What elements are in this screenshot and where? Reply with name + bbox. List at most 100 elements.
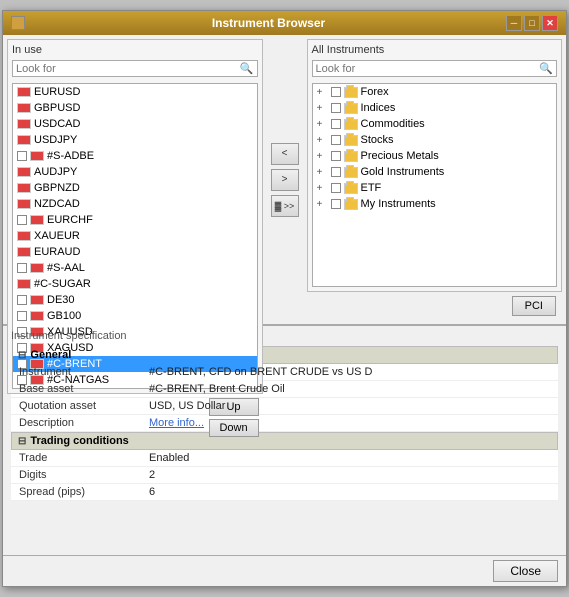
in-use-panel-header: In use 🔍 <box>8 40 262 83</box>
table-row: Digits 2 <box>11 467 558 484</box>
list-item[interactable]: DE30 <box>13 292 257 308</box>
tree-item-label: Forex <box>361 86 389 98</box>
tree-expand-icon: + <box>317 199 329 210</box>
list-item[interactable]: #C-SUGAR <box>13 276 257 292</box>
in-use-panel: In use 🔍 EURUSD GBPUSD USDCAD USDJPY#S-ADBE… <box>7 39 263 320</box>
tree-item[interactable]: +Gold Instruments <box>313 164 557 180</box>
all-instruments-panel: All Instruments 🔍 +Forex+Indices+Commodi… <box>307 39 563 320</box>
item-label: USDCAD <box>34 118 80 130</box>
more-info-link[interactable]: More info... <box>149 417 204 429</box>
trading-conditions-group-header[interactable]: ⊟ Trading conditions <box>11 432 558 450</box>
list-item[interactable]: GBPUSD <box>13 100 257 116</box>
tree-item[interactable]: + Stocks <box>313 132 557 148</box>
trade-value: Enabled <box>141 450 558 467</box>
in-use-label: In use <box>12 44 258 56</box>
list-item[interactable]: USDJPY <box>13 132 257 148</box>
list-item[interactable]: NZDCAD <box>13 196 257 212</box>
list-item[interactable]: GBPNZD <box>13 180 257 196</box>
digits-label: Digits <box>11 467 141 484</box>
move-all-button[interactable]: ▓ >> <box>271 195 299 217</box>
table-row: Spread (pips) 6 <box>11 484 558 501</box>
item-label: GB100 <box>47 310 81 322</box>
move-right-button[interactable]: > <box>271 169 299 191</box>
item-checkbox[interactable] <box>17 311 27 321</box>
flag-icon <box>17 87 31 97</box>
table-row: Quotation asset USD, US Dollar <box>11 398 558 415</box>
tree-item[interactable]: +ETF <box>313 180 557 196</box>
list-item[interactable]: #S-ADBE <box>13 148 257 164</box>
spread-label: Spread (pips) <box>11 484 141 501</box>
flag-icon <box>17 279 31 289</box>
tree-expand-icon: + <box>317 167 329 178</box>
item-label: DE30 <box>47 294 75 306</box>
folder-icon <box>344 199 358 210</box>
tree-checkbox[interactable] <box>331 167 341 177</box>
in-use-search-input[interactable] <box>16 63 240 75</box>
tree-checkbox[interactable] <box>331 151 341 161</box>
tree-expand-icon: + <box>317 119 329 130</box>
tree-item-label: Commodities <box>361 118 425 130</box>
general-group-label: General <box>30 349 71 361</box>
list-item[interactable]: XAUEUR <box>13 228 257 244</box>
item-checkbox[interactable] <box>17 295 27 305</box>
spread-value: 6 <box>141 484 558 501</box>
in-use-list[interactable]: EURUSD GBPUSD USDCAD USDJPY#S-ADBEAUDJPYGBP… <box>12 83 258 389</box>
item-label: EURAUD <box>34 246 80 258</box>
flag-icon <box>17 199 31 209</box>
flag-icon <box>17 183 31 193</box>
window-close-button[interactable]: ✕ <box>542 15 558 31</box>
all-instruments-panel-header: All Instruments 🔍 <box>308 40 562 83</box>
down-button[interactable]: Down <box>209 419 259 437</box>
tree-checkbox[interactable] <box>331 199 341 209</box>
tree-item[interactable]: +Precious Metals <box>313 148 557 164</box>
folder-icon <box>344 183 358 194</box>
tree-item[interactable]: +Forex <box>313 84 557 100</box>
all-instruments-tree[interactable]: +Forex+Indices+Commodities+Stocks+Precio… <box>312 83 558 287</box>
item-checkbox[interactable] <box>17 151 27 161</box>
digits-value: 2 <box>141 467 558 484</box>
all-instruments-label: All Instruments <box>312 44 558 56</box>
pci-button[interactable]: PCI <box>512 296 556 316</box>
folder-icon <box>344 119 358 130</box>
move-left-button[interactable]: < <box>271 143 299 165</box>
all-instruments-search-input[interactable] <box>316 63 540 75</box>
tree-checkbox[interactable] <box>331 135 341 145</box>
quotation-asset-value: USD, US Dollar <box>141 398 558 415</box>
transfer-buttons: < > ▓ >> <box>267 35 303 324</box>
list-item[interactable]: EURAUD <box>13 244 257 260</box>
tree-item-label: Stocks <box>361 134 394 146</box>
folder-icon <box>344 135 358 146</box>
trading-conditions-spec-table: Trade Enabled Digits 2 Spread (pips) 6 <box>11 450 558 501</box>
tree-checkbox[interactable] <box>331 87 341 97</box>
title-bar: Instrument Browser ─ □ ✕ <box>3 11 566 35</box>
item-checkbox[interactable] <box>17 215 27 225</box>
flag-icon <box>30 215 44 225</box>
list-item[interactable]: USDCAD <box>13 116 257 132</box>
item-label: #C-SUGAR <box>34 278 91 290</box>
list-item[interactable]: GB100 <box>13 308 257 324</box>
list-item[interactable]: AUDJPY <box>13 164 257 180</box>
flag-icon <box>17 103 31 113</box>
flag-icon <box>17 247 31 257</box>
window-icon <box>11 16 25 30</box>
tree-item[interactable]: + Commodities <box>313 116 557 132</box>
tree-expand-icon: + <box>317 135 329 146</box>
tree-checkbox[interactable] <box>331 103 341 113</box>
close-button[interactable]: Close <box>493 560 558 582</box>
item-label: EURCHF <box>47 214 93 226</box>
maximize-button[interactable]: □ <box>524 15 540 31</box>
item-checkbox[interactable] <box>17 263 27 273</box>
trade-label: Trade <box>11 450 141 467</box>
item-label: EURUSD <box>34 86 80 98</box>
tree-checkbox[interactable] <box>331 119 341 129</box>
list-item[interactable]: EURCHF <box>13 212 257 228</box>
list-item[interactable]: EURUSD <box>13 84 257 100</box>
tree-item-label: Precious Metals <box>361 150 439 162</box>
tree-item[interactable]: +Indices <box>313 100 557 116</box>
flag-icon <box>30 151 44 161</box>
tree-checkbox[interactable] <box>331 183 341 193</box>
minimize-button[interactable]: ─ <box>506 15 522 31</box>
folder-icon <box>344 87 358 98</box>
list-item[interactable]: #S-AAL <box>13 260 257 276</box>
tree-item[interactable]: +My Instruments <box>313 196 557 212</box>
